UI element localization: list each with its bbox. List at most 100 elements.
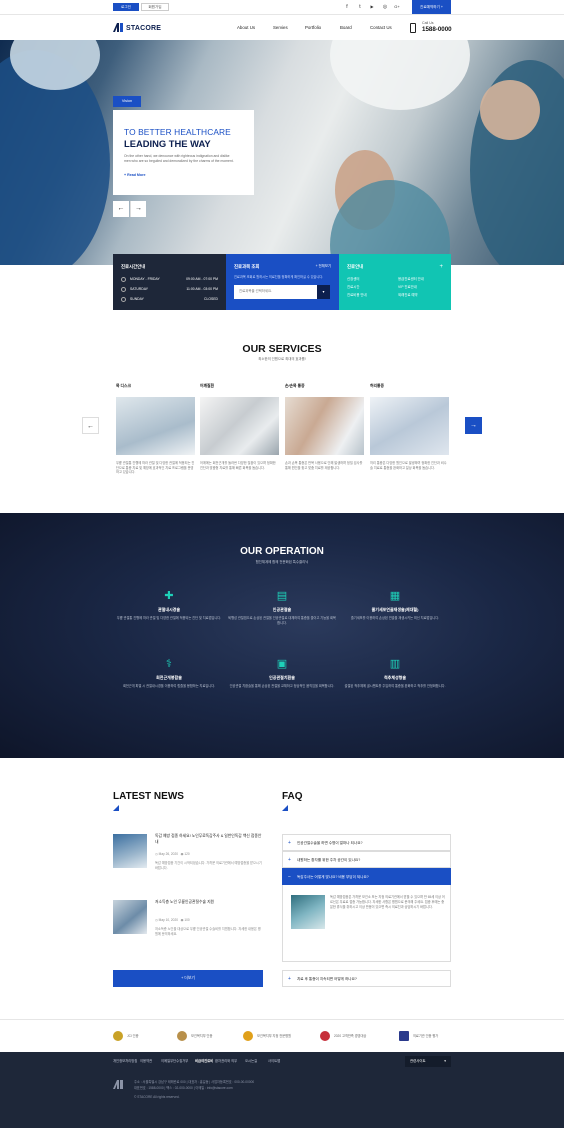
- partner-logo[interactable]: 보건복지부 지정 전문병원: [243, 1030, 291, 1042]
- operation-item[interactable]: ▤ 인공관절술 퇴행성 관절염으로 손상된 관절을 인공관절로 대체하여 통증을…: [227, 589, 337, 626]
- call-number: 1588-0000: [422, 26, 452, 33]
- plus-icon: +: [288, 857, 291, 863]
- hero-lamp: [330, 40, 470, 110]
- footer-link[interactable]: 개인정보처리방침: [113, 1059, 137, 1063]
- footer-contact: 대표번호 : 1588-0000 | 팩스 : 02-000-0000 | 이메…: [134, 1086, 233, 1090]
- partner-logo[interactable]: 보건복지부 인증: [177, 1030, 212, 1042]
- faq-question: 치료 후 통증이 지속되면 어떻게 하나요?: [297, 977, 357, 981]
- department-select-placeholder: 진료과목을 선택하세요.: [239, 289, 273, 293]
- news-item-title[interactable]: 저소득층 노인 무릎인공관절수술 지원: [155, 900, 263, 906]
- nav-services[interactable]: Servies: [273, 25, 288, 31]
- minus-icon: −: [288, 874, 291, 880]
- jci-logo-icon: [113, 1031, 123, 1041]
- news-count: 100: [184, 918, 190, 922]
- faq-question: 내원하는 환자를 위한 주차 공간이 있나요?: [297, 858, 361, 862]
- operation-item[interactable]: ▣ 인공관절치환술 인공관절 치환술을 통해 손상된 관절을 교체하고 정상적인…: [227, 657, 337, 689]
- news-item-title[interactable]: 독감 예방 접종 하세요! 노인무료독감주사 & 일반인독감 백신 접종안내: [155, 834, 263, 845]
- service-name: 허리통증: [370, 384, 384, 388]
- quick-link[interactable]: 응급진료센터 안내: [398, 277, 443, 282]
- partner-logo[interactable]: JCI 인증: [113, 1030, 139, 1042]
- news-item[interactable]: 독감 예방 접종 하세요! 노인무료독감주사 & 일반인독감 백신 접종안내 ◷…: [113, 834, 263, 884]
- clock-icon: [121, 276, 126, 282]
- operation-description: 퇴행성 관절염으로 손상된 관절을 인공관절로 대체하여 통증을 줄이고 기능을…: [228, 616, 336, 626]
- faq-item[interactable]: + 내원하는 환자를 위한 주차 공간이 있나요?: [282, 851, 451, 868]
- service-card[interactable]: 허리통증 허리 통증은 다양한 원인으로 발생하며 정확한 진단과 비수술 치료…: [370, 384, 449, 470]
- faq-item-open[interactable]: − 독감주사는 어떻게 맞나요? 비용 부담이 되나요?: [282, 868, 451, 885]
- quick-links-box: 진료안내 + 신장센터 응급진료센터 안내 진료시간 VIP 진료안내 진료비용…: [339, 254, 451, 310]
- news-date: May 26, 2020: [158, 852, 178, 856]
- instagram-icon[interactable]: ◎: [382, 4, 388, 10]
- news-more-button[interactable]: + 더보기: [113, 970, 263, 987]
- nav-contact[interactable]: Contact Us: [370, 25, 392, 31]
- service-card[interactable]: 손/손목 통증 손과 손목 통증은 반복 사용으로 인해 발생하며 정밀 검사를…: [285, 384, 364, 470]
- services-prev-button[interactable]: ←: [82, 417, 99, 434]
- quick-plus-icon[interactable]: +: [439, 263, 443, 271]
- news-item[interactable]: 저소득층 노인 무릎인공관절수술 지원 ◷ May 10, 2020 ◉ 100…: [113, 900, 263, 950]
- hospital-icon: ▥: [389, 658, 401, 670]
- facebook-icon[interactable]: f: [344, 4, 350, 10]
- faq-question: 독감주사는 어떻게 맞나요? 비용 부담이 되나요?: [297, 875, 369, 879]
- service-image: [200, 397, 279, 455]
- youtube-icon[interactable]: ▶: [369, 4, 375, 10]
- operation-title: OUR OPERATION: [240, 546, 324, 557]
- department-select[interactable]: 진료과목을 선택하세요. ▾: [234, 285, 330, 299]
- service-card[interactable]: 어깨질환 어깨에는 회전근개를 둘러싼 다양한 질환이 있으며 정확한 진단과 …: [200, 384, 279, 470]
- vision-tab[interactable]: Vision: [113, 96, 141, 107]
- partners-bar: JCI 인증 보건복지부 인증 보건복지부 지정 전문병원 2020 고객만족 …: [0, 1019, 564, 1051]
- footer-link[interactable]: 이용약관: [140, 1059, 152, 1063]
- footer-link[interactable]: 오시는길: [245, 1059, 257, 1063]
- faq-answer: 독감 예방접종은 가까운 보건소 또는 지정 의료기관에서 받을 수 있으며 만…: [282, 885, 451, 962]
- partner-logo[interactable]: 의료기관 인증 평가: [399, 1030, 438, 1042]
- login-button[interactable]: 로그인: [113, 3, 139, 11]
- quick-link[interactable]: 진료시간: [347, 285, 392, 290]
- faq-answer-image: [291, 895, 325, 929]
- title-mark-icon: [113, 805, 119, 811]
- footer-link[interactable]: 비급여진료비: [195, 1059, 213, 1063]
- footer-link[interactable]: 환자권리와 의무: [215, 1059, 237, 1063]
- partner-name: 의료기관 인증 평가: [413, 1033, 439, 1038]
- read-more-link[interactable]: + Read More: [124, 173, 243, 178]
- quick-link[interactable]: VIP 진료안내: [398, 285, 443, 290]
- operation-item[interactable]: ⚕ 회전근개봉합술 회전근개 파열 시 관절내시경을 이용하여 힘줄을 봉합하는…: [114, 657, 224, 689]
- partner-logo[interactable]: 2020 고객만족 경영대상: [320, 1030, 366, 1042]
- logo-text[interactable]: STACORE: [126, 24, 161, 33]
- hero-face-right: [480, 80, 540, 140]
- news-description: 저소득층 노인을 대상으로 무릎 인공관절 수술비를 지원합니다. 자세한 내용…: [155, 927, 261, 936]
- partner-name: 보건복지부 지정 전문병원: [257, 1033, 292, 1038]
- related-sites-select[interactable]: 관련사이트 ▾: [405, 1056, 451, 1067]
- operation-item[interactable]: ▥ 척추체성형술 골절된 척추체에 골시멘트를 주입하여 통증을 완화하고 척추…: [340, 657, 450, 689]
- nav-portfolio[interactable]: Portfolio: [305, 25, 321, 31]
- service-card[interactable]: 목 디스크 무릎 관절통 진행에 따라 관절 및 다양한 관절에 적용되는 진단…: [116, 384, 195, 474]
- quick-link[interactable]: 신장센터: [347, 277, 392, 282]
- services-next-button[interactable]: →: [465, 417, 482, 434]
- footer-link[interactable]: 사이트맵: [268, 1059, 280, 1063]
- news-thumbnail: [113, 834, 147, 868]
- footer: 개인정보처리방침 이용약관 이메일무단수집거부 비급여진료비 환자권리와 의무 …: [0, 1052, 564, 1128]
- operation-name: 척추체성형술: [383, 675, 407, 680]
- join-button[interactable]: 회원가입: [141, 3, 169, 11]
- service-image: [116, 397, 195, 455]
- partner-name: JCI 인증: [127, 1033, 139, 1038]
- nav-board[interactable]: Board: [340, 25, 352, 31]
- hours-day: SUNDAY: [130, 297, 144, 302]
- search-box: 진료과목 조회 + 전체보기 진료과목 조회로 원하시는 의료진을 정확하게 확…: [226, 254, 339, 310]
- quick-link[interactable]: 진료비용 안내: [347, 293, 392, 298]
- google-plus-icon[interactable]: G+: [394, 4, 400, 10]
- hero-prev-button[interactable]: ←: [113, 201, 129, 217]
- operation-description: 인공관절 치환술을 통해 손상된 관절을 교체하고 정상적인 움직임을 회복합니…: [229, 684, 335, 689]
- reservation-button[interactable]: 진료예약하기 +: [412, 0, 451, 14]
- search-description: 진료과목 조회로 원하시는 의료진을 정확하게 확인하실 수 있습니다.: [234, 274, 324, 279]
- quick-link[interactable]: 외래진료 예약: [398, 293, 443, 298]
- hours-row: SUNDAY CLOSED: [121, 296, 218, 302]
- search-more-link[interactable]: + 전체보기: [316, 264, 331, 269]
- chevron-down-icon[interactable]: ▾: [317, 285, 330, 299]
- faq-item[interactable]: + 치료 후 통증이 지속되면 어떻게 하나요?: [282, 970, 451, 987]
- twitter-icon[interactable]: t: [357, 4, 363, 10]
- faq-item[interactable]: + 인공관절수술을 하면 수명이 얼마나 되나요?: [282, 834, 451, 851]
- news-title: LATEST NEWS: [113, 791, 184, 802]
- operation-item[interactable]: ▦ 줄기세포연골재생술(제대혈) 줄기세포를 이용하여 손상된 연골을 재생시키…: [340, 589, 450, 621]
- footer-link[interactable]: 이메일무단수집거부: [161, 1059, 188, 1063]
- nav-about[interactable]: About Us: [237, 25, 255, 31]
- operation-item[interactable]: ✚ 관절내시경술 무릎 관절통 진행에 따라 관절 및 다양한 관절에 적용되는…: [114, 589, 224, 621]
- hero-next-button[interactable]: →: [130, 201, 146, 217]
